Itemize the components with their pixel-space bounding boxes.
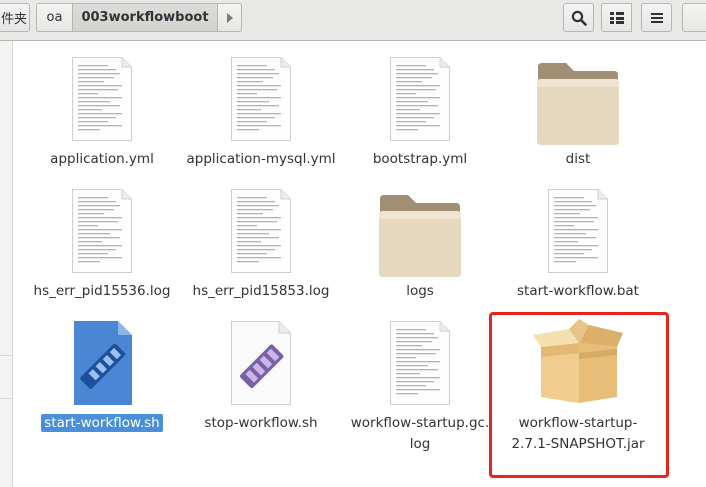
view-options-button[interactable]: [601, 3, 632, 32]
breadcrumb-forward-button[interactable]: [218, 3, 242, 32]
breadcrumb-parent-label: 件夹: [1, 12, 28, 27]
file-name-line1: workflow-startup-: [518, 415, 638, 431]
shell-script-icon: [231, 321, 291, 405]
text-document-icon: [72, 57, 132, 141]
breadcrumb-parent-folder[interactable]: 件夹: [0, 3, 30, 32]
file-grid: application.yml application-mysql.yml bo…: [13, 41, 706, 487]
breadcrumb-oa-label: oa: [46, 10, 63, 25]
search-button[interactable]: [563, 3, 594, 32]
file-name-line1: workflow-startup.gc.: [350, 415, 490, 431]
file-name: stop-workflow.sh: [204, 415, 318, 431]
text-document-icon: [548, 189, 608, 273]
chevron-right-icon: [226, 12, 233, 23]
text-document-icon: [231, 189, 291, 273]
window-control-button[interactable]: [682, 3, 706, 32]
sidebar-divider: [0, 355, 12, 356]
file-name: application.yml: [50, 151, 154, 167]
file-name: start-workflow.bat: [517, 283, 639, 299]
search-icon: [571, 10, 587, 26]
main-menu-button[interactable]: [641, 3, 672, 32]
file-name: hs_err_pid15853.log: [192, 283, 330, 299]
file-name: start-workflow.sh: [41, 414, 163, 432]
file-name: hs_err_pid15536.log: [33, 283, 171, 299]
view-options-icon: [609, 11, 624, 24]
file-manager-window: 件夹 oa 003workflowboot application.yml ap…: [0, 0, 706, 487]
folder-icon: [536, 61, 620, 145]
file-name: application-mysql.yml: [186, 151, 336, 167]
sidebar: [0, 41, 13, 487]
text-document-icon: [390, 321, 450, 405]
folder-icon: [378, 193, 462, 277]
sidebar-divider: [0, 398, 12, 399]
breadcrumb-oa[interactable]: oa: [36, 3, 72, 32]
hamburger-menu-icon: [650, 12, 663, 23]
shell-script-icon: [72, 321, 132, 405]
file-name: logs: [406, 283, 434, 299]
file-name-line2: log: [409, 436, 431, 452]
header-bar: 件夹 oa 003workflowboot: [0, 0, 706, 41]
breadcrumb-current-label: 003workflowboot: [81, 10, 209, 25]
file-name: bootstrap.yml: [372, 151, 468, 167]
jar-package-icon: [533, 319, 623, 403]
text-document-icon: [390, 57, 450, 141]
breadcrumb-current-folder[interactable]: 003workflowboot: [72, 3, 218, 32]
text-document-icon: [72, 189, 132, 273]
text-document-icon: [231, 57, 291, 141]
file-name: dist: [565, 151, 591, 167]
file-name-line2: 2.7.1-SNAPSHOT.jar: [511, 436, 645, 452]
